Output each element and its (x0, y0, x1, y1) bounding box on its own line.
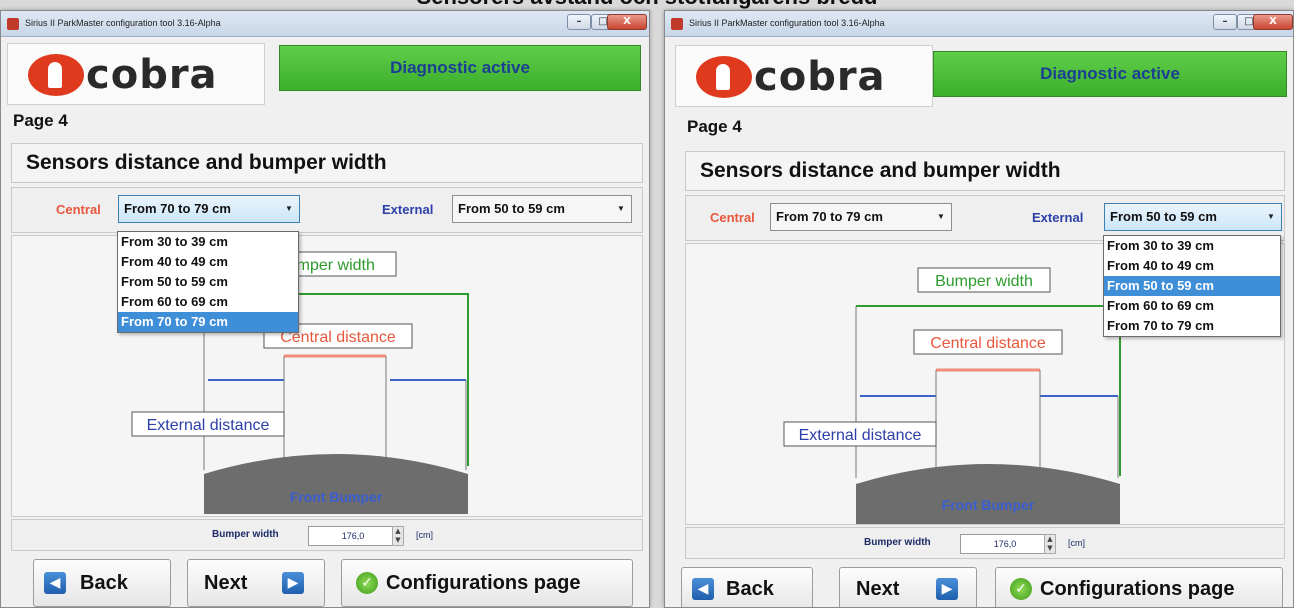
app-icon (7, 18, 19, 30)
chevron-down-icon: ▼ (617, 204, 625, 213)
cobra-logo-mark-icon (28, 54, 84, 96)
central-label: Central (56, 202, 101, 217)
external-label: External (382, 202, 434, 217)
next-button[interactable]: Next ▶ (839, 567, 977, 607)
minimize-button[interactable]: – (567, 14, 591, 30)
bumper-width-input[interactable]: 176,0 (960, 534, 1050, 554)
right-window: Sirius II ParkMaster configuration tool … (664, 10, 1294, 608)
external-distance-label: External distance (799, 427, 922, 444)
central-distance-label: Central distance (930, 335, 1046, 352)
back-button-label: Back (80, 572, 128, 594)
central-label: Central (710, 210, 755, 225)
chevron-down-icon: ▼ (285, 204, 293, 213)
central-select[interactable]: From 70 to 79 cm ▼ (770, 203, 952, 231)
close-button[interactable]: X (607, 14, 647, 30)
bumper-width-field-label: Bumper width (864, 537, 931, 548)
dropdown-option[interactable]: From 40 to 49 cm (1104, 256, 1280, 276)
dropdown-option[interactable]: From 30 to 39 cm (1104, 236, 1280, 256)
dropdown-option[interactable]: From 60 to 69 cm (1104, 296, 1280, 316)
bumper-width-unit: [cm] (416, 530, 433, 540)
next-button-label: Next (204, 572, 248, 594)
section-title: Sensors distance and bumper width (685, 151, 1285, 191)
back-button[interactable]: ◀ Back (681, 567, 813, 607)
cobra-logo: cobra (7, 43, 265, 105)
logo-text: cobra (86, 52, 218, 98)
bumper-width-input[interactable]: 176,0 (308, 526, 398, 546)
configurations-page-button[interactable]: ✓ Configurations page (341, 559, 633, 607)
page-label: Page 4 (13, 111, 68, 130)
configurations-page-button[interactable]: ✓ Configurations page (995, 567, 1283, 607)
window-title: Sirius II ParkMaster configuration tool … (25, 18, 221, 28)
check-icon: ✓ (356, 572, 378, 594)
configurations-page-label: Configurations page (386, 572, 581, 594)
app-icon (671, 18, 683, 30)
arrow-right-icon: ▶ (282, 572, 304, 594)
title-bar: Sirius II ParkMaster configuration tool … (665, 11, 1293, 37)
front-bumper-shape (204, 454, 468, 514)
close-button[interactable]: X (1253, 14, 1293, 30)
dropdown-option-selected[interactable]: From 70 to 79 cm (118, 312, 298, 332)
status-indicator: Diagnostic active (279, 45, 641, 91)
dropdown-option[interactable]: From 70 to 79 cm (1104, 316, 1280, 336)
dropdown-option[interactable]: From 50 to 59 cm (118, 272, 298, 292)
bumper-width-unit: [cm] (1068, 538, 1085, 548)
chevron-down-icon: ▼ (1267, 212, 1275, 221)
page-label: Page 4 (687, 117, 742, 136)
back-button-label: Back (726, 578, 774, 600)
dropdown-option[interactable]: From 30 to 39 cm (118, 232, 298, 252)
bumper-width-stepper[interactable]: ▲ ▼ (392, 526, 404, 546)
back-button[interactable]: ◀ Back (33, 559, 171, 607)
central-dropdown-list: From 30 to 39 cm From 40 to 49 cm From 5… (117, 231, 299, 333)
external-select-value: From 50 to 59 cm (458, 201, 565, 216)
bumper-width-row: Bumper width 176,0 ▲ ▼ [cm] (685, 527, 1285, 559)
external-select-value: From 50 to 59 cm (1110, 209, 1217, 224)
status-indicator: Diagnostic active (933, 51, 1287, 97)
bumper-width-label: Bumper width (935, 273, 1033, 290)
arrow-left-icon: ◀ (44, 572, 66, 594)
external-dropdown-list: From 30 to 39 cm From 40 to 49 cm From 5… (1103, 235, 1281, 337)
bumper-width-row: Bumper width 176,0 ▲ ▼ [cm] (11, 519, 643, 551)
front-bumper-label: Front Bumper (942, 497, 1035, 513)
external-select[interactable]: From 50 to 59 cm ▼ (452, 195, 632, 223)
cobra-logo: cobra (675, 45, 933, 107)
next-button[interactable]: Next ▶ (187, 559, 325, 607)
bumper-width-field-label: Bumper width (212, 529, 279, 540)
logo-text: cobra (754, 54, 886, 100)
title-bar: Sirius II ParkMaster configuration tool … (1, 11, 649, 37)
external-label: External (1032, 210, 1084, 225)
window-title: Sirius II ParkMaster configuration tool … (689, 18, 885, 28)
cobra-logo-mark-icon (696, 56, 752, 98)
left-window: Sirius II ParkMaster configuration tool … (0, 10, 650, 608)
arrow-left-icon: ◀ (692, 578, 714, 600)
central-select-value: From 70 to 79 cm (776, 209, 883, 224)
configurations-page-label: Configurations page (1040, 578, 1235, 600)
front-bumper-shape (856, 464, 1120, 524)
next-button-label: Next (856, 578, 900, 600)
external-select[interactable]: From 50 to 59 cm ▼ (1104, 203, 1282, 231)
central-select[interactable]: From 70 to 79 cm ▼ (118, 195, 300, 223)
chevron-down-icon: ▼ (937, 212, 945, 221)
diagram-svg: Bumper width Central distance External d… (131, 251, 469, 514)
page-heading: Sensorers avstand och stötfångarens bred… (0, 0, 1294, 10)
selector-row: Central From 70 to 79 cm ▼ External From… (11, 187, 643, 233)
minimize-button[interactable]: – (1213, 14, 1237, 30)
bumper-width-stepper[interactable]: ▲ ▼ (1044, 534, 1056, 554)
dropdown-option[interactable]: From 60 to 69 cm (118, 292, 298, 312)
check-icon: ✓ (1010, 578, 1032, 600)
section-title: Sensors distance and bumper width (11, 143, 643, 183)
external-distance-label: External distance (147, 417, 270, 434)
dropdown-option-selected[interactable]: From 50 to 59 cm (1104, 276, 1280, 296)
sensor-diagram: Bumper width Central distance External d… (11, 235, 643, 517)
front-bumper-label: Front Bumper (290, 489, 383, 505)
central-select-value: From 70 to 79 cm (124, 201, 231, 216)
arrow-right-icon: ▶ (936, 578, 958, 600)
dropdown-option[interactable]: From 40 to 49 cm (118, 252, 298, 272)
